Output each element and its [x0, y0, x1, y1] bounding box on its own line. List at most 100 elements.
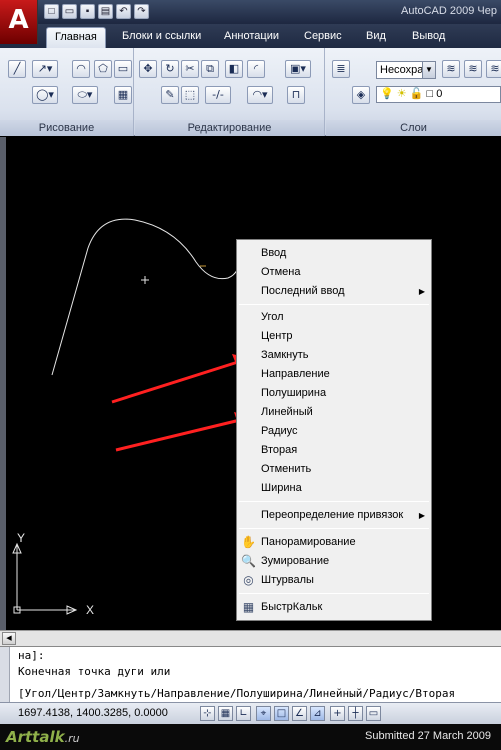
polygon-icon[interactable]: ⬠: [94, 60, 112, 78]
polar-icon[interactable]: ⌖: [256, 706, 271, 721]
hatch-icon[interactable]: ▦: [114, 86, 132, 104]
coordinate-readout[interactable]: 1697.4138, 1400.3285, 0.0000: [18, 707, 168, 719]
offset-icon[interactable]: ◠▾: [247, 86, 273, 104]
menu-item-direction[interactable]: Направление: [237, 365, 431, 384]
menu-item-cancel[interactable]: Отмена: [237, 263, 431, 282]
menu-item-close[interactable]: Замкнуть: [237, 346, 431, 365]
menu-item-center[interactable]: Центр: [237, 327, 431, 346]
site-logo: Arttalk.ru: [6, 728, 80, 746]
layer-match-icon[interactable]: ≋: [442, 60, 460, 78]
menu-item-radius[interactable]: Радиус: [237, 422, 431, 441]
command-line-grip[interactable]: [0, 647, 10, 703]
plot-icon[interactable]: ▤: [98, 4, 113, 19]
menu-item-label: Панорамирование: [261, 536, 356, 548]
scroll-left-icon[interactable]: ◀: [2, 632, 16, 645]
tab-home[interactable]: Главная: [46, 27, 106, 48]
menu-item-snap-overrides[interactable]: Переопределение привязок ▶: [237, 506, 431, 525]
menu-item-label: БыстрКальк: [261, 601, 323, 613]
ducs-icon[interactable]: ⊿: [310, 706, 325, 721]
menu-item-label: Направление: [261, 368, 330, 380]
layer-isolate-icon[interactable]: ≋: [486, 60, 501, 78]
command-history-line: на]:: [18, 649, 45, 662]
otrack-icon[interactable]: ∠: [292, 706, 307, 721]
pan-icon: ✋: [241, 535, 256, 549]
menu-item-undo[interactable]: Отменить: [237, 460, 431, 479]
menu-item-steeringwheels[interactable]: ◎ Штурвалы: [237, 571, 431, 590]
layer-dropdown[interactable]: 💡 ☀ 🔓 □ 0: [376, 86, 501, 103]
zoom-icon: 🔍: [241, 554, 256, 568]
polyline-icon[interactable]: ↗▾: [32, 60, 58, 78]
trim-icon[interactable]: ✂: [181, 60, 199, 78]
ribbon: ╱ ↗▾ ◠ ⬠ ▭ ◯▾ ⬭▾ ▦ Рисование ✥ ↻ ✂ ⧉ ◧ ◜…: [0, 48, 501, 136]
undo-icon[interactable]: ↶: [116, 4, 131, 19]
fillet-icon[interactable]: ◜: [247, 60, 265, 78]
copy-icon[interactable]: ⧉: [201, 60, 219, 78]
menu-item-zoom[interactable]: 🔍 Зумирование: [237, 552, 431, 571]
menu-item-pan[interactable]: ✋ Панорамирование: [237, 533, 431, 552]
rectangle-icon[interactable]: ▭: [114, 60, 132, 78]
menu-item-line[interactable]: Линейный: [237, 403, 431, 422]
menu-item-width[interactable]: Ширина: [237, 479, 431, 498]
panel-draw: ╱ ↗▾ ◠ ⬠ ▭ ◯▾ ⬭▾ ▦ Рисование: [0, 48, 134, 136]
steeringwheel-icon: ◎: [243, 573, 254, 587]
join-icon[interactable]: ⊓: [287, 86, 305, 104]
new-icon[interactable]: □: [44, 4, 59, 19]
status-bar: 1697.4138, 1400.3285, 0.0000 ⊹ ▦ ∟ ⌖ □ ∠…: [0, 702, 501, 724]
annotation-arrow-1: [111, 360, 239, 404]
app-logo-letter: A: [8, 5, 29, 35]
command-line[interactable]: на]: Конечная точка дуги или [Угол/Центр…: [0, 646, 501, 703]
layer-properties-icon[interactable]: ≣: [332, 60, 350, 78]
explode-icon[interactable]: ⬚: [181, 86, 199, 104]
menu-item-halfwidth[interactable]: Полуширина: [237, 384, 431, 403]
line-icon[interactable]: ╱: [8, 60, 26, 78]
menu-item-recent-input[interactable]: Последний ввод ▶: [237, 282, 431, 301]
open-icon[interactable]: ▭: [62, 4, 77, 19]
panel-layers-label[interactable]: Слои: [326, 120, 501, 136]
menu-item-label: Линейный: [261, 406, 313, 418]
menu-item-second-pt[interactable]: Вторая: [237, 441, 431, 460]
menu-item-label: Последний ввод: [261, 285, 345, 297]
menu-item-quickcalc[interactable]: ▦ БыстрКальк: [237, 598, 431, 617]
menu-item-label: Переопределение привязок: [261, 509, 404, 521]
chevron-down-icon[interactable]: ▼: [422, 62, 435, 78]
panel-draw-label[interactable]: Рисование: [0, 120, 133, 136]
tab-output[interactable]: Вывод: [404, 27, 453, 48]
rotate-icon[interactable]: ↻: [161, 60, 179, 78]
menu-item-enter[interactable]: Ввод: [237, 244, 431, 263]
stretch-icon[interactable]: ✎: [161, 86, 179, 104]
lineweight-icon[interactable]: ┼: [348, 706, 363, 721]
tab-tools[interactable]: Сервис: [296, 27, 350, 48]
menu-item-label: Отмена: [261, 266, 301, 278]
snap-icon[interactable]: ⊹: [200, 706, 215, 721]
menu-item-angle[interactable]: Угол: [237, 308, 431, 327]
circle-icon[interactable]: ◯▾: [32, 86, 58, 104]
osnap-icon[interactable]: □: [274, 706, 289, 721]
layer-previous-icon[interactable]: ≋: [464, 60, 482, 78]
application-menu-button[interactable]: A: [0, 0, 38, 44]
ortho-icon[interactable]: ∟: [236, 706, 251, 721]
move-icon[interactable]: ✥: [139, 60, 157, 78]
circle-arc-icon[interactable]: ◠: [72, 60, 90, 78]
break-icon[interactable]: -/-: [205, 86, 231, 104]
dyn-icon[interactable]: +: [330, 706, 345, 721]
mirror-icon[interactable]: ◧: [225, 60, 243, 78]
command-prompt-line[interactable]: [Угол/Центр/Замкнуть/Направление/Полушир…: [18, 687, 455, 700]
window-title: AutoCAD 2009 Чер: [400, 5, 497, 17]
layer-state-icon[interactable]: ◈: [352, 86, 370, 104]
grid-icon[interactable]: ▦: [218, 706, 233, 721]
layer-state-combobox[interactable]: Несохра ▼: [376, 61, 436, 79]
panel-modify-label[interactable]: Редактирование: [135, 120, 324, 136]
tab-view[interactable]: Вид: [358, 27, 394, 48]
title-bar: □ ▭ ▪ ▤ ↶ ↷ AutoCAD 2009 Чер: [0, 0, 501, 24]
array-icon[interactable]: ▣▾: [285, 60, 311, 78]
horizontal-scrollbar[interactable]: ◀: [0, 630, 501, 646]
menu-item-label: Центр: [261, 330, 293, 342]
save-icon[interactable]: ▪: [80, 4, 95, 19]
tab-annotate[interactable]: Аннотации: [216, 27, 287, 48]
quick-properties-icon[interactable]: ▭: [366, 706, 381, 721]
site-logo-domain: .ru: [64, 732, 80, 745]
menu-item-label: Вторая: [261, 444, 298, 456]
ellipse-icon[interactable]: ⬭▾: [72, 86, 98, 104]
tab-blocks-references[interactable]: Блоки и ссылки: [114, 27, 209, 48]
redo-icon[interactable]: ↷: [134, 4, 149, 19]
